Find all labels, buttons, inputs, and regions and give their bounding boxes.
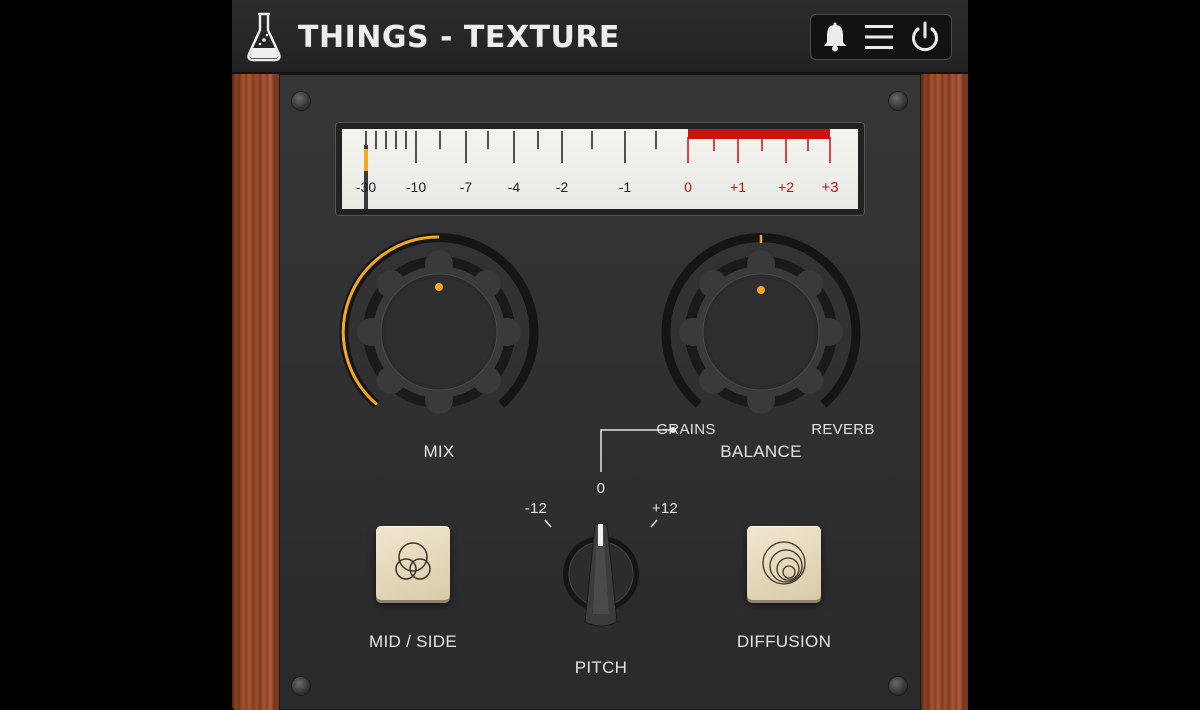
menu-button[interactable]	[857, 15, 901, 59]
mix-knob[interactable]	[339, 232, 539, 432]
balance-knob[interactable]	[661, 232, 861, 432]
notifications-button[interactable]	[813, 15, 857, 59]
meter-label: -1	[618, 179, 632, 195]
app-title: THINGS - TEXTURE	[298, 20, 620, 55]
meter-scale	[364, 129, 831, 209]
meter-label: -7	[459, 179, 473, 195]
mid-side-icon	[395, 542, 431, 580]
right-wood-panel	[921, 74, 968, 710]
screw-icon	[889, 92, 907, 110]
diffusion-circles-icon	[762, 541, 806, 585]
hamburger-menu-icon	[865, 25, 893, 49]
meter-label: +3	[821, 179, 839, 196]
meter-label: -2	[555, 179, 569, 195]
header-button-group	[810, 14, 952, 60]
power-button[interactable]	[903, 15, 947, 59]
power-icon	[912, 21, 938, 52]
meter-label: +2	[778, 179, 794, 195]
meter-label: -4	[507, 179, 521, 195]
meter-label: 0	[684, 179, 692, 195]
pitch-center-label: 0	[596, 480, 606, 497]
bell-icon	[824, 22, 846, 52]
diffusion-button[interactable]	[747, 526, 821, 600]
knob-indicator	[757, 286, 765, 294]
left-wood-panel	[232, 74, 279, 710]
flask-icon	[247, 12, 281, 62]
meter-label: -30	[355, 179, 377, 195]
meter-label: +1	[730, 179, 746, 195]
header-bar: THINGS - TEXTURE	[232, 0, 968, 74]
mid-side-label: MID / SIDE	[368, 632, 458, 651]
knob-body	[357, 250, 521, 414]
pitch-switch[interactable]	[531, 514, 671, 644]
pitch-label: PITCH	[574, 658, 628, 677]
mix-label: MIX	[423, 442, 455, 461]
knob-body	[679, 250, 843, 414]
knob-indicator	[435, 283, 443, 291]
plugin-window: THINGS - TEXTURE -30 -10 -7 -4 -2 -1 0 +…	[232, 0, 968, 710]
meter-face: -30 -10 -7 -4 -2 -1 0 +1 +2 +3	[342, 129, 858, 209]
pitch-routing-line	[600, 427, 676, 472]
main-panel: -30 -10 -7 -4 -2 -1 0 +1 +2 +3 MIX GRAIN…	[279, 74, 921, 710]
mid-side-button[interactable]	[376, 526, 450, 600]
diffusion-label: DIFFUSION	[736, 632, 832, 651]
reverb-label: REVERB	[811, 421, 875, 438]
screw-icon	[292, 92, 310, 110]
balance-label: BALANCE	[720, 442, 802, 461]
meter-label: -10	[405, 179, 427, 195]
screw-icon	[889, 677, 907, 695]
level-meter: -30 -10 -7 -4 -2 -1 0 +1 +2 +3	[335, 122, 865, 216]
screw-icon	[292, 677, 310, 695]
